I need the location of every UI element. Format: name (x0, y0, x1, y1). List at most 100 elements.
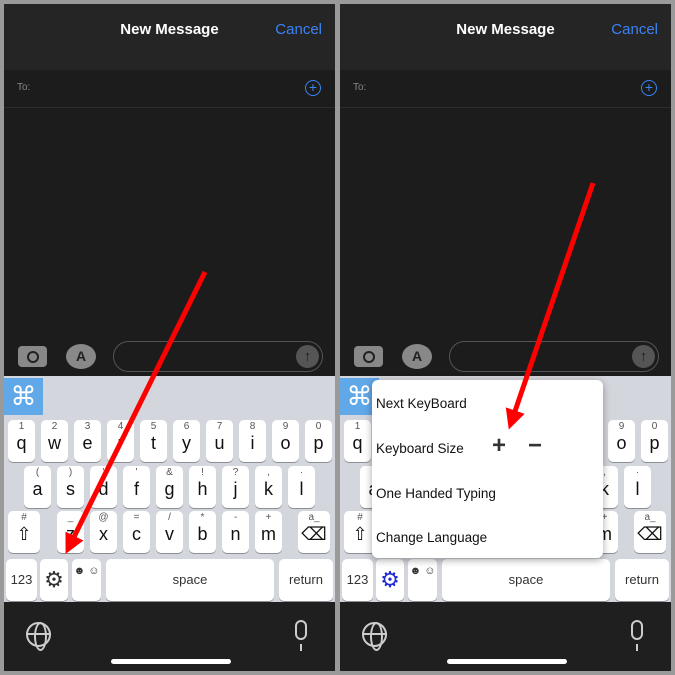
key-letter: w (48, 433, 61, 453)
send-arrow-icon[interactable]: ↑ (632, 345, 655, 368)
key-q[interactable]: 1q (8, 420, 35, 462)
key-hint: 1 (18, 421, 25, 432)
key-letter: s (66, 479, 75, 499)
numbers-key[interactable]: 123 (342, 559, 373, 601)
key-k[interactable]: ,k (255, 466, 282, 508)
globe-icon[interactable] (26, 622, 51, 651)
key-letter: e (82, 433, 93, 453)
command-icon[interactable]: ⌘ (4, 378, 43, 415)
key-letter: m (261, 524, 276, 544)
to-label: To: (17, 82, 31, 93)
send-arrow-icon[interactable]: ↑ (296, 345, 319, 368)
key-v[interactable]: /v (156, 511, 183, 553)
key-p[interactable]: 0p (305, 420, 332, 462)
emoji-key[interactable]: ☻ ☺ (408, 559, 437, 601)
camera-icon[interactable] (354, 346, 383, 367)
cancel-button[interactable]: Cancel (611, 21, 658, 38)
key-m[interactable]: + m (255, 511, 282, 553)
key-e[interactable]: 3e (74, 420, 101, 462)
key-p[interactable]: 0p (641, 420, 668, 462)
key-c[interactable]: =c (123, 511, 150, 553)
message-input[interactable]: ↑ (449, 341, 659, 372)
space-key[interactable]: space (442, 559, 610, 601)
shift-icon: ⇧ (16, 524, 32, 544)
key-hint: 2 (51, 421, 58, 432)
key-h[interactable]: !h (189, 466, 216, 508)
key-u[interactable]: 7u (206, 420, 233, 462)
emoji-icon: ☻ ☺ (409, 565, 436, 577)
delete-key[interactable]: a_ ⌫ (298, 511, 330, 553)
to-field[interactable]: To: + (4, 70, 335, 108)
camera-icon[interactable] (18, 346, 47, 367)
key-hint: a_ (644, 512, 656, 523)
key-letter: z (66, 524, 75, 544)
to-field[interactable]: To: + (340, 70, 671, 108)
add-contact-icon[interactable]: + (641, 80, 657, 96)
key-w[interactable]: 2w (41, 420, 68, 462)
increase-size-button[interactable]: + (492, 432, 506, 460)
key-letter: o (616, 433, 627, 453)
settings-key[interactable]: ⚙ (40, 559, 68, 601)
menu-item-keyboard-size[interactable]: Keyboard Size (376, 441, 464, 456)
nav-header: New Message Cancel (340, 4, 671, 70)
key-i[interactable]: 8i (239, 420, 266, 462)
return-label: return (289, 572, 323, 587)
globe-icon[interactable] (362, 622, 387, 651)
key-o[interactable]: 9o (608, 420, 635, 462)
key-letter: q (352, 433, 363, 453)
return-label: return (625, 572, 659, 587)
key-s[interactable]: )s (57, 466, 84, 508)
shift-key[interactable]: # ⇧ (8, 511, 40, 553)
menu-item-change-language[interactable]: Change Language (376, 530, 487, 545)
key-hint: 5 (150, 421, 157, 432)
numbers-key[interactable]: 123 (6, 559, 37, 601)
menu-item-one-handed-typing[interactable]: One Handed Typing (376, 486, 496, 501)
key-letter: v (165, 524, 174, 544)
key-letter: r (117, 433, 124, 453)
home-indicator (111, 659, 231, 664)
key-t[interactable]: 5t (140, 420, 167, 462)
key-letter: j (233, 479, 238, 499)
nav-header: New Message Cancel (4, 4, 335, 70)
microphone-icon[interactable] (295, 620, 307, 651)
key-z[interactable]: _z (57, 511, 84, 553)
key-b[interactable]: *b (189, 511, 216, 553)
return-key[interactable]: return (615, 559, 669, 601)
key-f[interactable]: 'f (123, 466, 150, 508)
key-hint: & (166, 467, 173, 478)
key-l[interactable]: · l (624, 466, 651, 508)
key-hint: ! (201, 467, 204, 478)
key-d[interactable]: 'd (90, 466, 117, 508)
keyboard-bottom-bar (340, 602, 671, 671)
key-g[interactable]: &g (156, 466, 183, 508)
return-key[interactable]: return (279, 559, 333, 601)
key-y[interactable]: 6y (173, 420, 200, 462)
delete-icon: ⌫ (301, 524, 327, 544)
key-hint: 4 (117, 421, 124, 432)
space-key[interactable]: space (106, 559, 274, 601)
settings-key[interactable]: ⚙ (376, 559, 404, 601)
cancel-button[interactable]: Cancel (275, 21, 322, 38)
key-j[interactable]: ?j (222, 466, 249, 508)
add-contact-icon[interactable]: + (305, 80, 321, 96)
app-store-icon[interactable]: A (66, 344, 96, 369)
key-q[interactable]: 1q (344, 420, 371, 462)
key-x[interactable]: @x (90, 511, 117, 553)
message-input[interactable]: ↑ (113, 341, 323, 372)
key-r[interactable]: 4r (107, 420, 134, 462)
app-store-icon[interactable]: A (402, 344, 432, 369)
key-l[interactable]: · l (288, 466, 315, 508)
decrease-size-button[interactable]: − (528, 432, 542, 460)
key-hint: 8 (249, 421, 256, 432)
key-hint: 6 (183, 421, 190, 432)
delete-icon: ⌫ (637, 524, 663, 544)
emoji-key[interactable]: ☻ ☺ (72, 559, 101, 601)
key-hint: 7 (216, 421, 223, 432)
microphone-icon[interactable] (631, 620, 643, 651)
key-n[interactable]: -n (222, 511, 249, 553)
key-hint: , (267, 467, 270, 478)
delete-key[interactable]: a_ ⌫ (634, 511, 666, 553)
menu-item-next-keyboard[interactable]: Next KeyBoard (376, 396, 467, 411)
key-o[interactable]: 9o (272, 420, 299, 462)
key-a[interactable]: (a (24, 466, 51, 508)
